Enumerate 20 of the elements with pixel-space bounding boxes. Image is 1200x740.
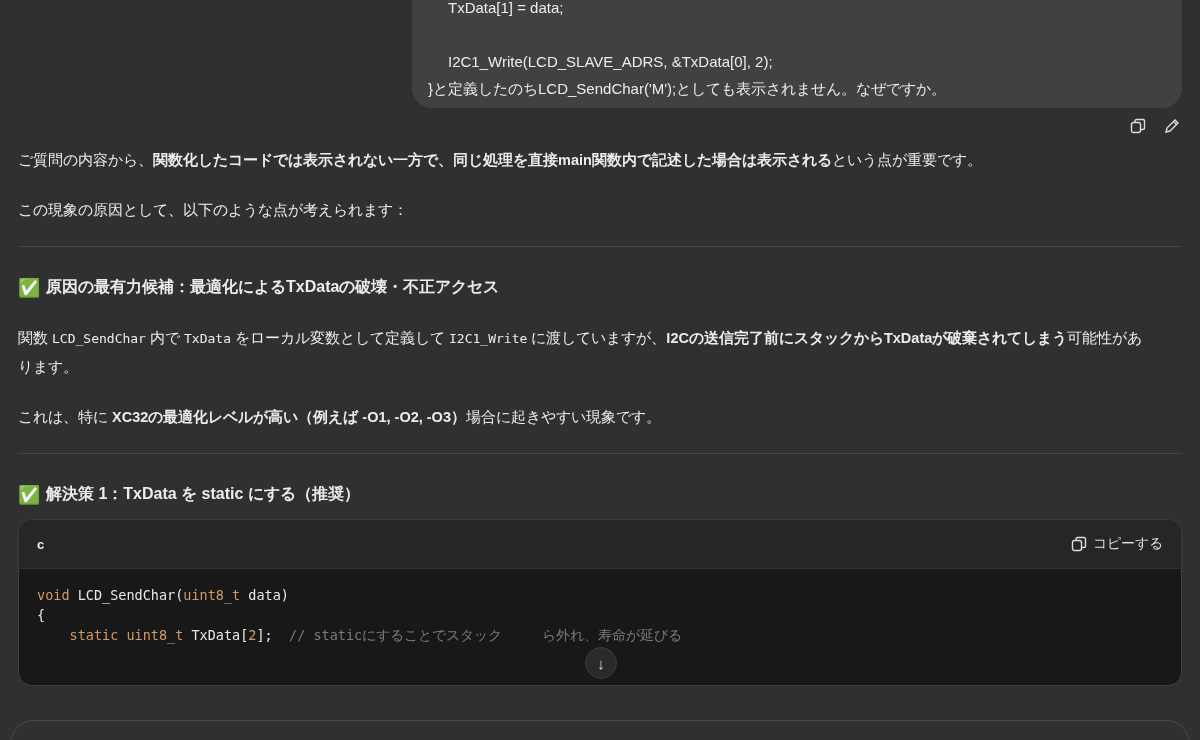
scroll-down-button[interactable]: ↓ [585, 647, 617, 679]
paragraph: ご質問の内容から、関数化したコードでは表示されない一方で、同じ処理を直接main関数内で記述した場合は表示される という点が重要です。 [18, 151, 983, 170]
code-line: static uint8_t TxData[2]; // staticにすることでスタック ら外れ、寿命が延びる [68, 626, 684, 645]
copy-icon [1071, 536, 1087, 552]
message-text: }と定義したのちLCD_SendChar('M');としても表示されません。なぜですか。 [428, 79, 948, 99]
check-mark-icon: ✅ [18, 484, 40, 505]
copy-icon[interactable] [1130, 118, 1146, 134]
section-heading: 解決策 1：TxData を static にする（推奨） [46, 484, 360, 504]
paragraph: この現象の原因として、以下のような点が考えられます： [18, 201, 409, 220]
code-language-label: c [37, 536, 45, 552]
check-mark-icon: ✅ [18, 277, 40, 298]
copy-code-button[interactable]: コピーする [1071, 535, 1163, 553]
code-line: void LCD_SendChar(uint8_t data) [37, 586, 290, 605]
section-heading: 原因の最有力候補：最適化によるTxDataの破壊・不正アクセス [46, 277, 500, 297]
message-text: TxData[1] = data; [447, 0, 565, 18]
message-text: I2C1_Write(LCD_SLAVE_ADRS, &TxData[0], 2); [447, 52, 774, 72]
code-line: { [37, 606, 47, 625]
paragraph: これは、特に XC32の最適化レベルが高い（例えば -O1, -O2, -O3）場合に起きやすい現象です。 [18, 408, 662, 427]
paragraph: 関数 LCD_SendChar 内で TxData をローカル変数として定義して I2C1_Write に渡していますが、I2Cの送信完了前にスタックからTxDataが破棄されてしまう可能性があります。 [18, 329, 1144, 377]
pencil-icon[interactable] [1164, 118, 1180, 134]
